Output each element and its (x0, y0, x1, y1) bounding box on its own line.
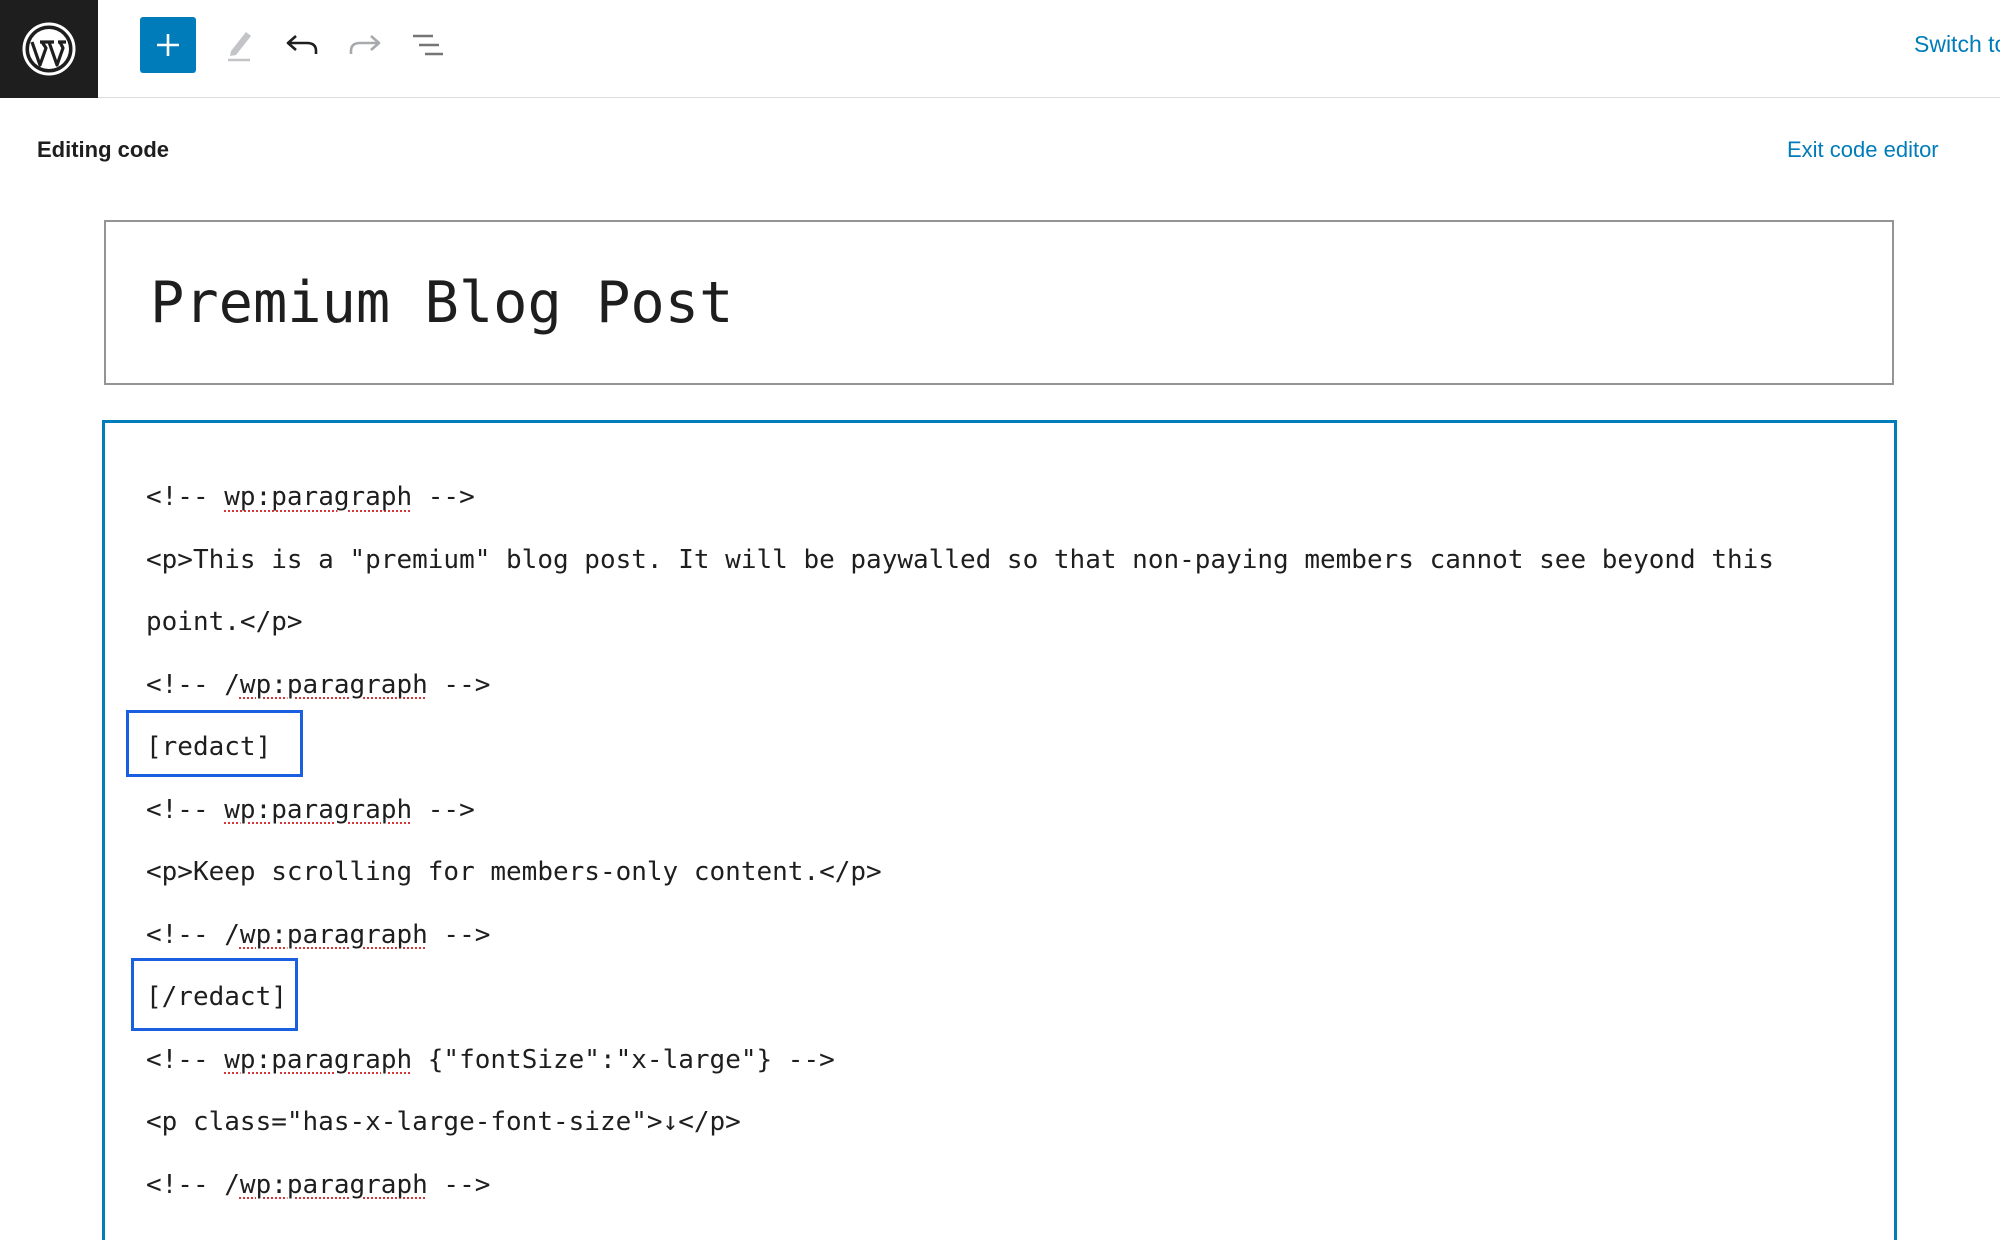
code-text: --> (412, 794, 475, 825)
misspelled-word: wp:paragraph (224, 794, 413, 825)
editor-toolbar: Switch to draft (0, 0, 2000, 98)
code-line: <p>Keep scrolling for members-only conte… (146, 856, 882, 888)
misspelled-word: wp:paragraph (239, 919, 428, 950)
wordpress-logo-button[interactable] (0, 0, 98, 98)
misspelled-word: wp:paragraph (224, 482, 413, 512)
code-text: --> (427, 919, 491, 950)
code-line: <!-- /wp:paragraph --> (146, 919, 490, 951)
list-view-icon (413, 34, 443, 56)
editing-code-label: Editing code (37, 137, 169, 162)
undo-button[interactable] (274, 17, 330, 73)
code-text: --> (427, 1169, 491, 1200)
pencil-icon (228, 32, 251, 62)
code-line: <!-- wp:paragraph --> (146, 481, 475, 513)
code-text: <!-- / (146, 919, 240, 950)
post-title-text: Premium Blog Post (150, 269, 734, 336)
post-title-field[interactable]: Premium Blog Post (104, 220, 1894, 385)
code-text: <!-- / (146, 669, 240, 700)
edit-tool-button[interactable] (212, 17, 268, 73)
code-text: <!-- (146, 482, 225, 512)
code-text: <p>Keep scrolling for members-only conte… (146, 857, 882, 887)
add-block-button[interactable] (140, 17, 196, 73)
redo-icon (349, 35, 381, 54)
redact-close-highlight (131, 958, 298, 1031)
switch-to-draft-link[interactable]: Switch to draft (1914, 31, 2000, 58)
code-line: <p>This is a "premium" blog post. It wil… (146, 544, 1774, 576)
redact-open-highlight (126, 710, 303, 777)
code-text: {"fontSize":"x-large"} --> (412, 1044, 835, 1075)
code-line: <!-- wp:paragraph {"fontSize":"x-large"}… (146, 1044, 835, 1076)
code-line: <!-- wp:paragraph --> (146, 794, 475, 826)
code-text: <p class="has-x-large-font-size">↓</p> (146, 1107, 741, 1137)
redo-button[interactable] (337, 17, 393, 73)
misspelled-word: wp:paragraph (239, 1169, 428, 1200)
undo-icon (286, 35, 318, 54)
code-text: <!-- (146, 794, 225, 825)
code-line: point.</p> (146, 606, 303, 638)
exit-code-editor-button[interactable]: Exit code editor (1787, 137, 1939, 163)
plus-icon (157, 34, 179, 56)
code-line: <p class="has-x-large-font-size">↓</p> (146, 1106, 741, 1138)
wordpress-icon (22, 22, 76, 76)
code-line: <!-- /wp:paragraph --> (146, 1169, 490, 1201)
code-text: <!-- (146, 1044, 225, 1075)
code-text: point.</p> (146, 607, 303, 637)
code-line: <!-- /wp:paragraph --> (146, 669, 490, 701)
document-overview-button[interactable] (400, 17, 456, 73)
misspelled-word: wp:paragraph (224, 1044, 413, 1075)
code-text: <!-- / (146, 1169, 240, 1200)
misspelled-word: wp:paragraph (239, 669, 428, 700)
code-text: --> (427, 669, 491, 700)
code-text: --> (412, 482, 475, 512)
code-text: <p>This is a "premium" blog post. It wil… (146, 544, 1774, 575)
